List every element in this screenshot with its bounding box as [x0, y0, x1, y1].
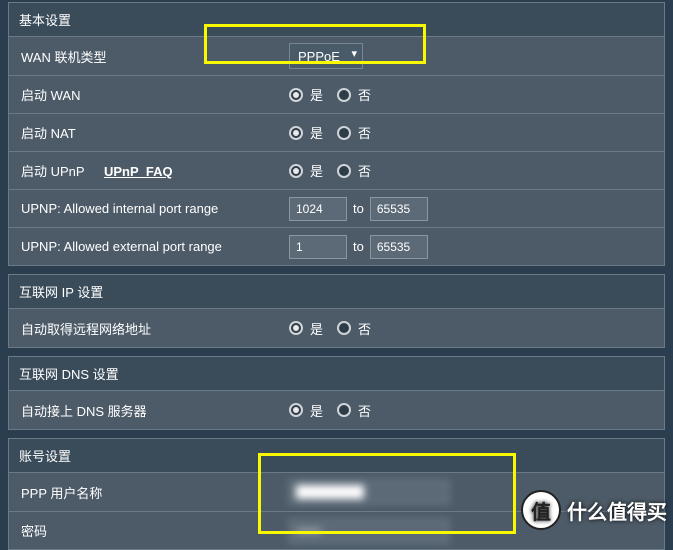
yes-label: 是 [310, 401, 323, 420]
auto-dns-row: 自动接上 DNS 服务器 是 否 [9, 391, 664, 429]
yes-label: 是 [310, 85, 323, 104]
dns-settings-panel: 互联网 DNS 设置 自动接上 DNS 服务器 是 否 [8, 356, 665, 430]
to-text: to [353, 239, 364, 254]
upnp-external-row: UPNP: Allowed external port range to [9, 227, 664, 265]
upnp-internal-row: UPNP: Allowed internal port range to [9, 189, 664, 227]
upnp-internal-from-input[interactable] [289, 197, 347, 221]
upnp-internal-label: UPNP: Allowed internal port range [9, 201, 277, 216]
auto-ip-row: 自动取得远程网络地址 是 否 [9, 309, 664, 347]
enable-upnp-row: 启动 UPnP UPnP_FAQ 是 否 [9, 151, 664, 189]
no-label: 否 [358, 123, 371, 142]
upnp-external-from-input[interactable] [289, 235, 347, 259]
auto-ip-label: 自动取得远程网络地址 [9, 319, 277, 338]
no-label: 否 [358, 319, 371, 338]
dns-settings-header: 互联网 DNS 设置 [9, 357, 664, 391]
ip-settings-panel: 互联网 IP 设置 自动取得远程网络地址 是 否 [8, 274, 665, 348]
enable-nat-label: 启动 NAT [9, 123, 277, 142]
enable-upnp-label: 启动 UPnP [21, 164, 84, 179]
password-input[interactable] [289, 519, 449, 543]
enable-nat-row: 启动 NAT 是 否 [9, 113, 664, 151]
basic-settings-panel: 基本设置 WAN 联机类型 PPPoE 启动 WAN 是 否 启动 NAT 是 … [8, 2, 665, 266]
wan-type-label: WAN 联机类型 [9, 47, 277, 66]
auto-dns-label: 自动接上 DNS 服务器 [9, 401, 277, 420]
enable-nat-no-radio[interactable] [337, 126, 351, 140]
ip-settings-header: 互联网 IP 设置 [9, 275, 664, 309]
auto-ip-yes-radio[interactable] [289, 321, 303, 335]
ppp-user-label: PPP 用户名称 [9, 483, 277, 502]
yes-label: 是 [310, 123, 323, 142]
upnp-faq-link[interactable]: UPnP_FAQ [104, 164, 173, 179]
basic-settings-header: 基本设置 [9, 3, 664, 37]
enable-wan-row: 启动 WAN 是 否 [9, 75, 664, 113]
upnp-external-to-input[interactable] [370, 235, 428, 259]
yes-label: 是 [310, 161, 323, 180]
watermark-text: 什么值得买 [567, 496, 667, 525]
watermark-badge-icon: 值 [521, 490, 561, 530]
watermark: 值 什么值得买 [521, 490, 667, 530]
yes-label: 是 [310, 319, 323, 338]
auto-dns-no-radio[interactable] [337, 403, 351, 417]
enable-wan-label: 启动 WAN [9, 85, 277, 104]
upnp-external-label: UPNP: Allowed external port range [9, 239, 277, 254]
no-label: 否 [358, 161, 371, 180]
wan-type-select[interactable]: PPPoE [289, 43, 363, 69]
no-label: 否 [358, 401, 371, 420]
upnp-internal-to-input[interactable] [370, 197, 428, 221]
auto-ip-no-radio[interactable] [337, 321, 351, 335]
enable-nat-yes-radio[interactable] [289, 126, 303, 140]
wan-type-row: WAN 联机类型 PPPoE [9, 37, 664, 75]
enable-wan-no-radio[interactable] [337, 88, 351, 102]
enable-wan-yes-radio[interactable] [289, 88, 303, 102]
auto-dns-yes-radio[interactable] [289, 403, 303, 417]
enable-upnp-yes-radio[interactable] [289, 164, 303, 178]
no-label: 否 [358, 85, 371, 104]
ppp-user-input[interactable] [289, 480, 449, 504]
to-text: to [353, 201, 364, 216]
account-settings-header: 账号设置 [9, 439, 664, 473]
password-label: 密码 [9, 521, 277, 540]
enable-upnp-no-radio[interactable] [337, 164, 351, 178]
